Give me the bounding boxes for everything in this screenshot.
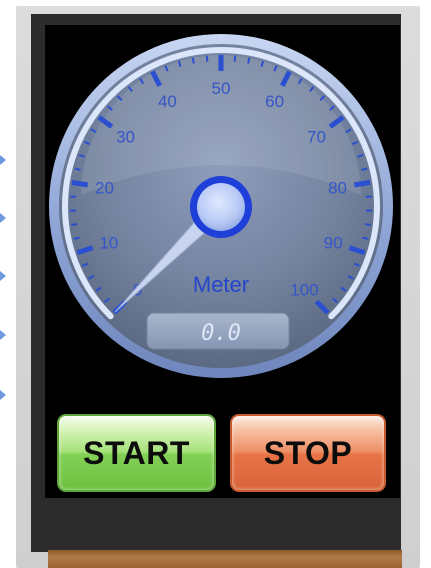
tick-label-50: 50 — [212, 79, 231, 98]
side-marker — [0, 271, 6, 281]
minor-tick — [205, 55, 209, 62]
minor-tick — [233, 55, 237, 62]
tick-label-90: 90 — [324, 233, 343, 252]
gauge-hub — [197, 183, 245, 231]
side-marker — [0, 330, 6, 340]
tick-label-70: 70 — [307, 128, 326, 147]
tick-label-20: 20 — [95, 179, 114, 198]
side-markers — [0, 0, 12, 568]
minor-tick — [191, 57, 195, 64]
side-marker — [0, 155, 6, 165]
minor-tick — [362, 236, 369, 240]
meter-readout: 0.0 — [201, 321, 241, 346]
tick-label-10: 10 — [99, 233, 118, 252]
tick-label-60: 60 — [265, 92, 284, 111]
device-frame: 0 10 20 30 40 50 60 70 80 90 100 Meter 0… — [16, 6, 420, 568]
lcd-screen: 0 10 20 30 40 50 60 70 80 90 100 Meter 0… — [45, 25, 400, 498]
minor-tick — [73, 236, 80, 240]
tick-label-30: 30 — [116, 128, 135, 147]
meter-gauge: 0 10 20 30 40 50 60 70 80 90 100 Meter 0… — [49, 34, 393, 378]
tick-label-40: 40 — [158, 92, 177, 111]
stop-button[interactable]: STOP — [230, 414, 386, 492]
start-button[interactable]: START — [57, 414, 216, 492]
side-marker — [0, 213, 6, 223]
major-tick — [353, 179, 371, 188]
tick-label-100: 100 — [290, 280, 318, 299]
meter-label: Meter — [193, 272, 249, 297]
device-base — [48, 550, 402, 568]
minor-tick — [364, 223, 371, 226]
minor-tick — [71, 223, 78, 226]
side-marker — [0, 390, 6, 400]
minor-tick — [247, 57, 251, 64]
tick-label-80: 80 — [328, 179, 347, 198]
major-tick — [71, 179, 89, 188]
